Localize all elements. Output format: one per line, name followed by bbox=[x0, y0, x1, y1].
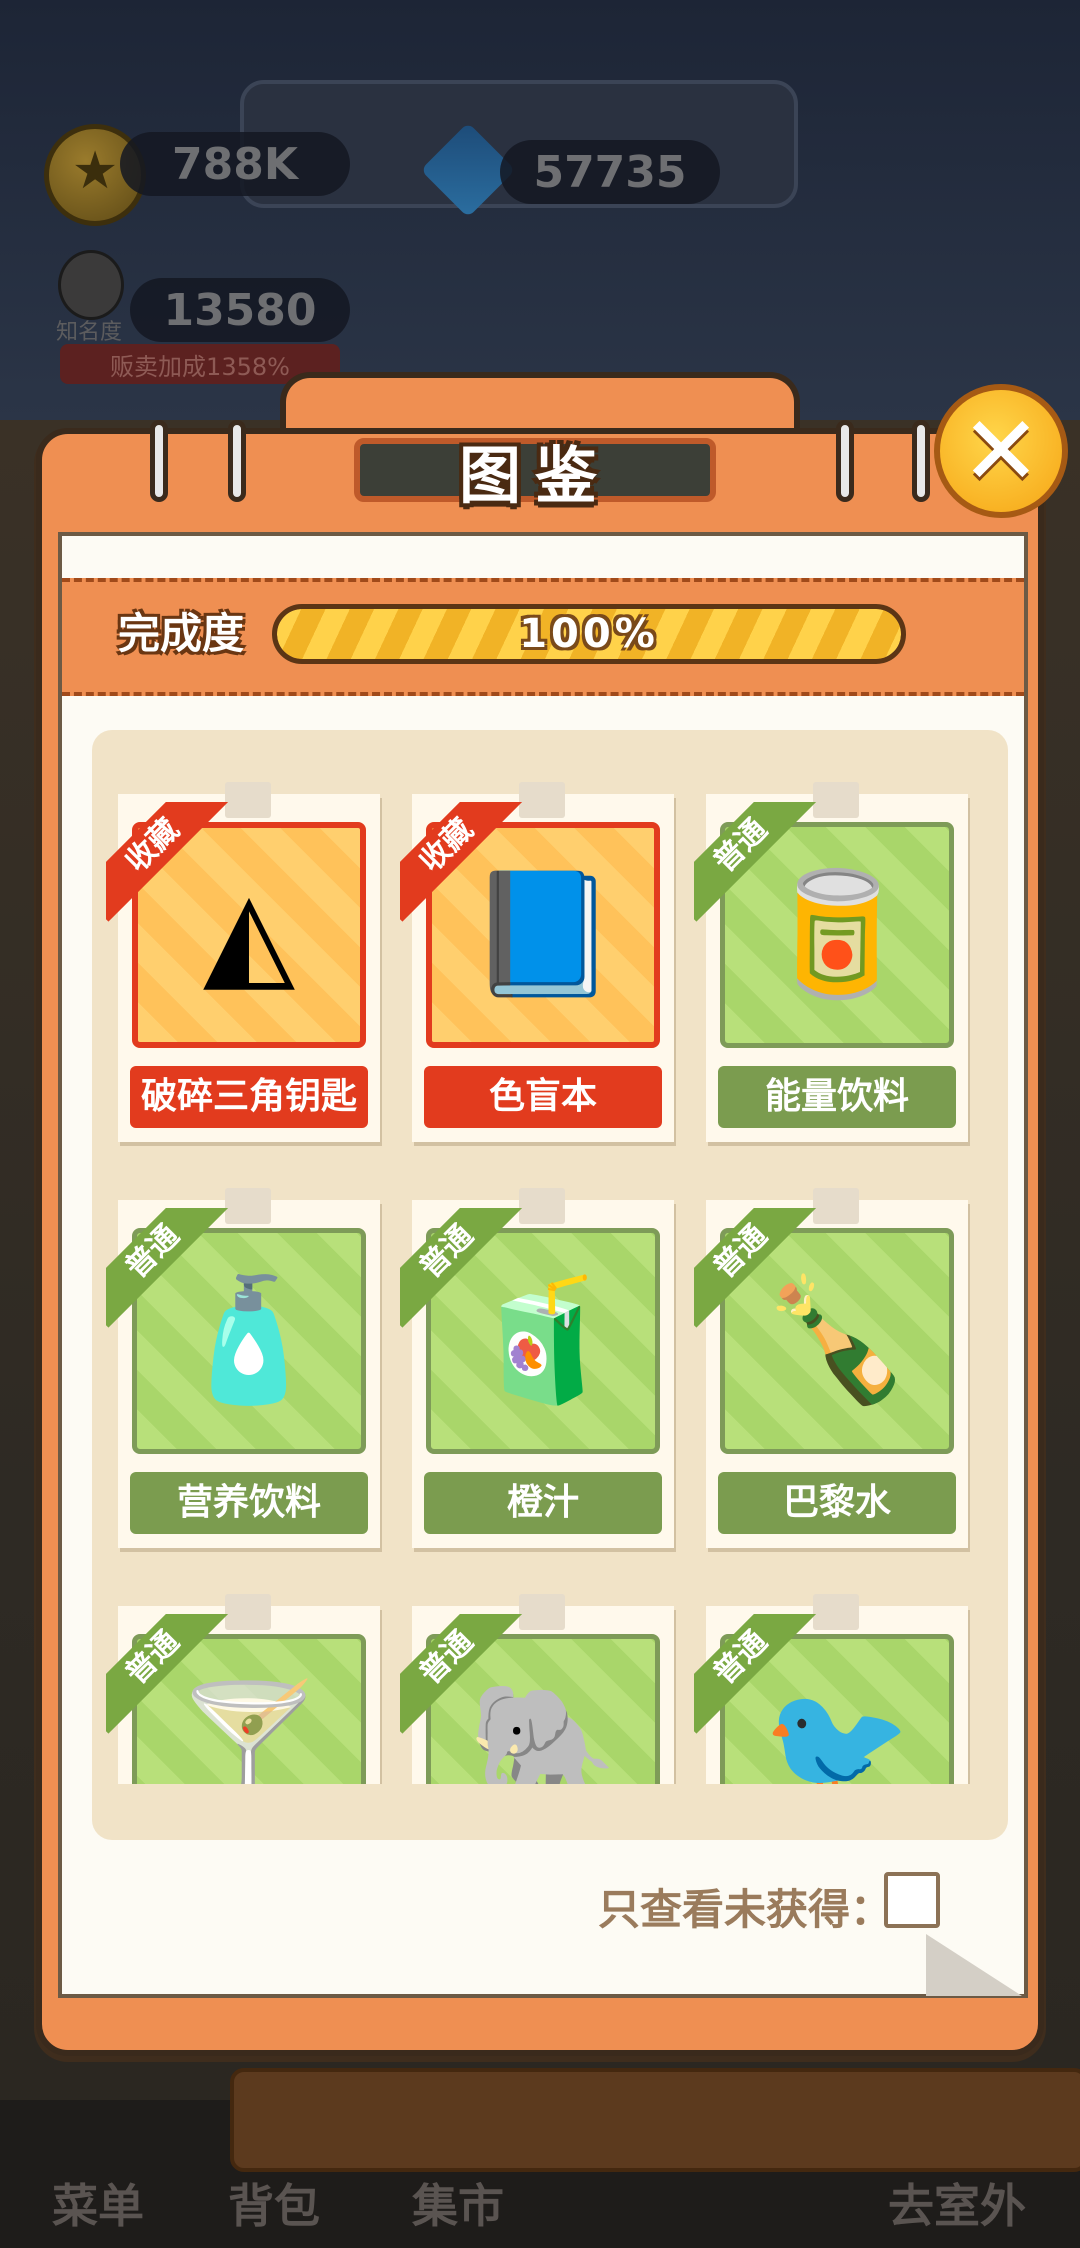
collection-card[interactable]: 普通 🐦 bbox=[694, 1594, 968, 1784]
item-name: 能量饮料 bbox=[718, 1066, 956, 1128]
binder-ring-icon bbox=[150, 420, 168, 502]
close-button[interactable]: ✕ bbox=[934, 384, 1068, 518]
item-name: 色盲本 bbox=[424, 1066, 662, 1128]
item-name: 破碎三角钥匙 bbox=[130, 1066, 368, 1128]
collection-card[interactable]: 收藏 ◭ 破碎三角钥匙 bbox=[106, 782, 380, 1142]
rarity-ribbon: 普通 bbox=[694, 1614, 834, 1754]
rarity-tag: 普通 bbox=[400, 1208, 523, 1328]
rarity-ribbon: 收藏 bbox=[400, 802, 540, 942]
nav-market[interactable]: 集市 bbox=[412, 2170, 504, 2236]
item-name: 巴黎水 bbox=[718, 1472, 956, 1534]
collection-card[interactable]: 普通 🧃 橙汁 bbox=[400, 1188, 674, 1548]
collection-card[interactable]: 收藏 📘 色盲本 bbox=[400, 782, 674, 1142]
nav-go-outside[interactable]: 去室外 bbox=[888, 2170, 1026, 2236]
rarity-tag: 普通 bbox=[106, 1614, 229, 1734]
rarity-ribbon: 普通 bbox=[106, 1208, 246, 1348]
rarity-tag: 普通 bbox=[694, 1208, 817, 1328]
close-icon: ✕ bbox=[960, 395, 1042, 507]
rarity-ribbon: 普通 bbox=[400, 1208, 540, 1348]
rarity-ribbon: 普通 bbox=[694, 1208, 834, 1348]
nav-backpack[interactable]: 背包 bbox=[228, 2170, 320, 2236]
modal-title-plate: 图鉴 bbox=[354, 438, 716, 512]
coin-counter: 788K bbox=[120, 132, 350, 196]
collection-grid[interactable]: 收藏 ◭ 破碎三角钥匙 收藏 📘 色盲本 普通 🥫 能量饮料普通 🧴 营养饮料 普通 🧃 橙汁 普通 🍾 巴黎水… bbox=[92, 760, 1008, 1784]
collection-card[interactable]: 普通 🍸 bbox=[106, 1594, 380, 1784]
collection-card[interactable]: 普通 🐘 bbox=[400, 1594, 674, 1784]
rarity-tag: 普通 bbox=[694, 1614, 817, 1734]
rarity-tag: 收藏 bbox=[106, 802, 229, 922]
fame-counter: 13580 bbox=[130, 278, 350, 342]
gem-counter: 57735 bbox=[500, 140, 720, 204]
unobtained-filter-checkbox[interactable] bbox=[884, 1872, 940, 1928]
rarity-ribbon: 收藏 bbox=[106, 802, 246, 942]
binder-ring-icon bbox=[228, 420, 246, 502]
rarity-ribbon: 普通 bbox=[400, 1614, 540, 1754]
rarity-ribbon: 普通 bbox=[694, 802, 834, 942]
rarity-tag: 收藏 bbox=[400, 802, 523, 922]
nav-menu[interactable]: 菜单 bbox=[52, 2170, 144, 2236]
progress-label: 完成度 bbox=[118, 609, 245, 658]
fame-label: 知名度 bbox=[56, 320, 123, 345]
rarity-ribbon: 普通 bbox=[106, 1614, 246, 1754]
rarity-tag: 普通 bbox=[694, 802, 817, 922]
progress-percent: 100% bbox=[519, 611, 659, 657]
binder-ring-icon bbox=[912, 420, 930, 502]
item-name: 营养饮料 bbox=[130, 1472, 368, 1534]
collection-card[interactable]: 普通 🧴 营养饮料 bbox=[106, 1188, 380, 1548]
filter-label: 只查看未获得： bbox=[598, 1885, 893, 1934]
avatar bbox=[58, 250, 124, 320]
bottom-panel bbox=[230, 2068, 1080, 2172]
collection-card[interactable]: 普通 🍾 巴黎水 bbox=[694, 1188, 968, 1548]
rarity-tag: 普通 bbox=[106, 1208, 229, 1328]
rarity-tag: 普通 bbox=[400, 1614, 523, 1734]
modal-title: 图鉴 bbox=[458, 439, 611, 512]
collection-card[interactable]: 普通 🥫 能量饮料 bbox=[694, 782, 968, 1142]
binder-ring-icon bbox=[836, 420, 854, 502]
item-name: 橙汁 bbox=[424, 1472, 662, 1534]
paper-corner-fold bbox=[926, 1934, 1022, 1996]
